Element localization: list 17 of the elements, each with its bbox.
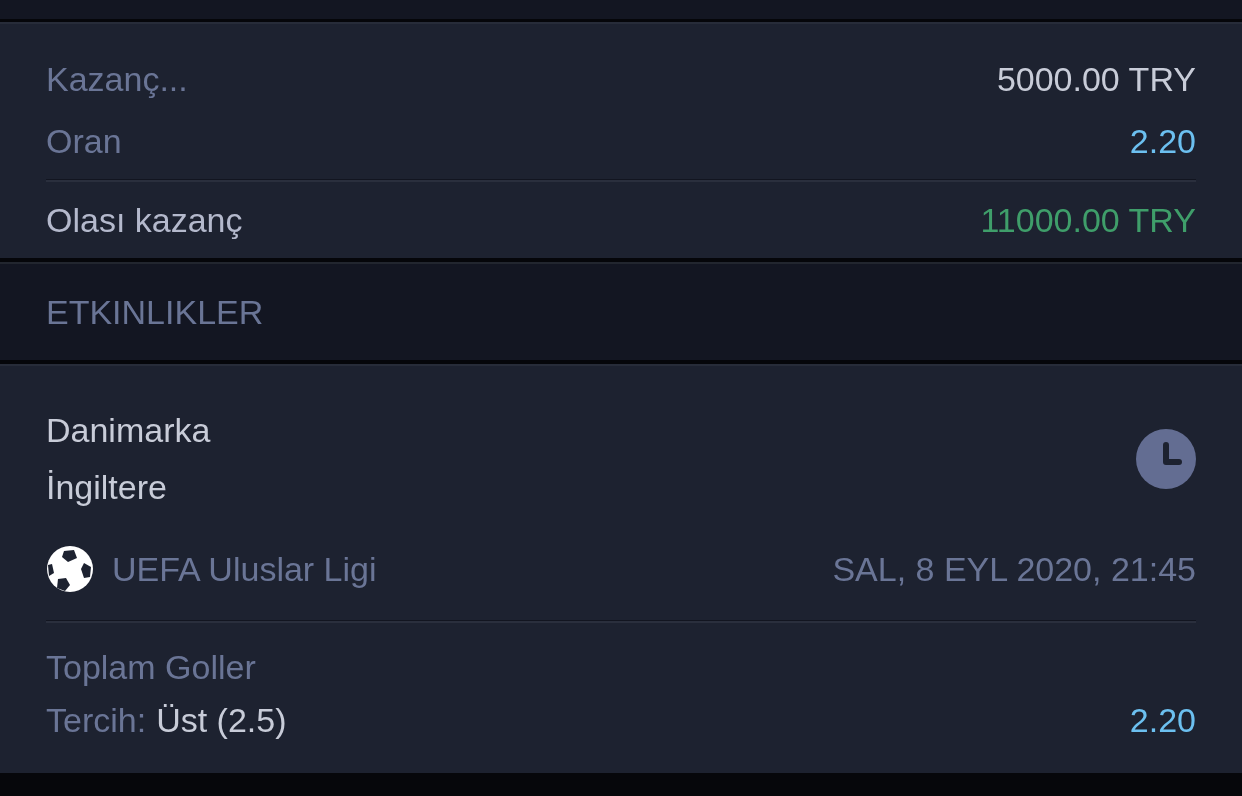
pick-value: Üst (2.5): [156, 700, 288, 741]
clock-icon: [1136, 429, 1196, 489]
odds-label: Oran: [46, 121, 122, 161]
market-name: Toplam Goller: [46, 647, 257, 688]
pick-odds: 2.20: [1129, 700, 1196, 741]
section-title: ETKINLIKLER: [46, 292, 264, 332]
potential-win-label: Olası kazanç: [46, 200, 243, 240]
league-name: UEFA Uluslar Ligi: [112, 549, 378, 589]
team-name: Danimarka: [46, 410, 211, 451]
stake-amount: 5000.00 TRY: [996, 59, 1196, 99]
pick-label: Tercih:: [46, 700, 147, 741]
soccer-ball-icon: [46, 545, 94, 593]
team-name: İngiltere: [46, 467, 168, 508]
stake-label: Kazanç...: [46, 59, 188, 99]
potential-win-amount: 11000.00 TRY: [980, 200, 1196, 240]
odds-value: 2.20: [1129, 121, 1196, 161]
match-datetime: SAL, 8 EYL 2020, 21:45: [832, 549, 1196, 589]
